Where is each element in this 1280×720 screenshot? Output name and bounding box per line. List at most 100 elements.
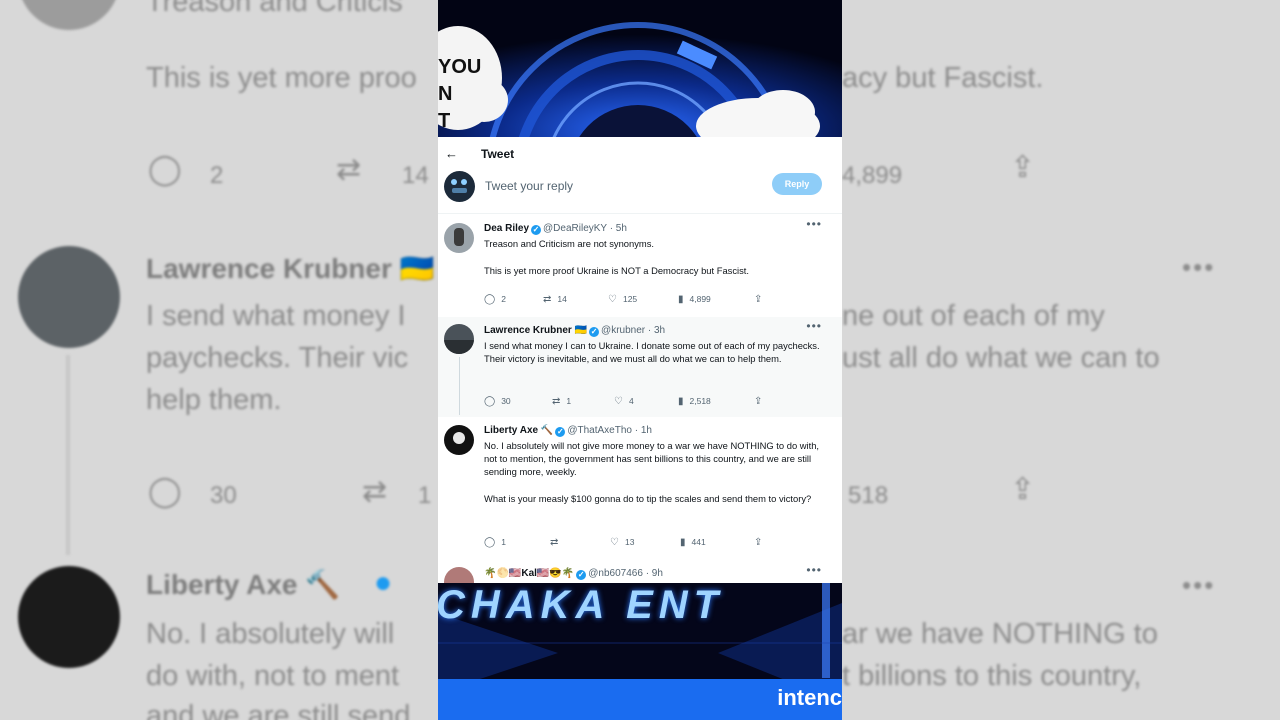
retweet-action[interactable]: ⇄ <box>550 537 564 548</box>
tweet-actions: ◯ 30 ⇄ 1 ♡ 4 ▮ 2,518 ⇪ <box>484 396 784 408</box>
bg-share-icon: ⇪ <box>1010 473 1036 506</box>
divider <box>438 213 842 214</box>
bg-name: Lawrence Krubner 🇺🇦 <box>146 253 435 284</box>
bg-stat: 30 <box>210 482 237 509</box>
bg-text: and we are still send <box>146 700 411 720</box>
bg-stat: 518 <box>848 482 889 509</box>
avatar <box>444 171 475 202</box>
tweet-actions: ◯ 2 ⇄ 14 ♡ 125 ▮ 4,899 ⇪ <box>484 294 784 306</box>
banner-text: YOU N T <box>438 56 482 132</box>
bg-verified-icon: ● <box>374 566 393 599</box>
like-action[interactable]: ♡ 4 <box>614 396 634 407</box>
tweet-item[interactable]: 🌴🌕🇺🇸Kal🇺🇸😎🌴 ✓ @nb607466 · 9h ••• <box>438 563 842 583</box>
tweet-text: What is your measly $100 gonna do to tip… <box>484 493 812 504</box>
reply-action[interactable]: ◯ 30 <box>484 396 511 407</box>
more-options-icon[interactable]: ••• <box>806 563 822 577</box>
author-name[interactable]: Lawrence Krubner 🇺🇦 <box>484 325 587 336</box>
share-icon: ⇪ <box>754 537 763 548</box>
view-count: 4,899 <box>689 294 711 304</box>
tweet-actions: ◯ 1 ⇄ ♡ 13 ▮ 441 ⇪ <box>484 537 784 549</box>
bg-text: No. I absolutely will <box>146 618 395 650</box>
reply-icon: ◯ <box>484 294 496 305</box>
bg-retweet-icon: ⇄ <box>336 153 362 186</box>
reply-button[interactable]: Reply <box>772 173 822 195</box>
bg-reply-icon: ◯ <box>148 475 182 508</box>
views-action[interactable]: ▮ 441 <box>680 537 706 548</box>
like-count: 125 <box>622 294 638 304</box>
bg-text: ne out of each of my <box>842 300 1105 332</box>
bg-text: do with, not to ment <box>146 660 400 692</box>
heart-icon: ♡ <box>610 537 619 548</box>
share-action[interactable]: ⇪ <box>754 396 768 407</box>
bg-more-icon: ••• <box>1182 252 1216 282</box>
retweet-count: 1 <box>566 396 572 406</box>
author-handle[interactable]: @nb607466 · 9h <box>588 568 663 579</box>
bg-reply-icon: ◯ <box>148 153 182 186</box>
reply-action[interactable]: ◯ 1 <box>484 537 506 548</box>
author-handle[interactable]: @ThatAxeTho · 1h <box>567 425 652 436</box>
reply-composer: Tweet your reply Reply <box>438 171 842 215</box>
cta-bar[interactable]: intenc <box>438 679 842 720</box>
share-action[interactable]: ⇪ <box>754 294 768 305</box>
view-count: 441 <box>691 537 706 547</box>
retweet-icon: ⇄ <box>550 537 559 548</box>
tweet-text: I send what money I can to Ukraine. I do… <box>484 340 820 364</box>
tweet-item[interactable]: Lawrence Krubner 🇺🇦 ✓ @krubner · 3h ••• I … <box>438 317 842 417</box>
bg-name: Liberty Axe 🔨 <box>146 569 341 600</box>
author-name[interactable]: Dea Riley <box>484 223 529 234</box>
arrow-left-icon[interactable]: ← <box>445 146 458 161</box>
more-options-icon[interactable]: ••• <box>806 217 822 231</box>
retweet-count: 14 <box>557 294 567 304</box>
avatar <box>444 223 474 253</box>
retweet-action[interactable]: ⇄ 14 <box>543 294 567 305</box>
like-action[interactable]: ♡ 13 <box>610 537 634 548</box>
bg-text: Treason and Criticis <box>146 0 403 18</box>
tweet-author: Dea Riley ✓ @DeaRileyKY · 5h <box>484 223 627 235</box>
share-action[interactable]: ⇪ <box>754 537 768 548</box>
author-name[interactable]: Liberty Axe 🔨 <box>484 425 553 436</box>
bg-avatar-1 <box>18 0 120 30</box>
bg-text: This is yet more proo <box>146 62 417 94</box>
tweet-item[interactable]: Liberty Axe 🔨 ✓ @ThatAxeTho · 1h No. I abs… <box>438 423 842 563</box>
video-panel: YOU N T ← Tweet Tweet your reply Reply D… <box>438 0 842 720</box>
tweet-item[interactable]: Dea Riley ✓ @DeaRileyKY · 5h ••• Treason a… <box>438 217 842 323</box>
like-count: 13 <box>624 537 635 547</box>
tweet-author: 🌴🌕🇺🇸Kal🇺🇸😎🌴 ✓ @nb607466 · 9h <box>484 568 663 580</box>
bg-more-icon: ••• <box>1182 570 1216 600</box>
tweet-author: Liberty Axe 🔨 ✓ @ThatAxeTho · 1h <box>484 425 652 437</box>
tunnel-graphic <box>438 0 842 137</box>
tweet-header: ← Tweet <box>438 137 842 171</box>
reply-count: 2 <box>501 294 506 304</box>
views-action[interactable]: ▮ 2,518 <box>678 396 711 407</box>
verified-icon: ✓ <box>576 570 587 580</box>
share-icon: ⇪ <box>754 396 763 407</box>
bg-text: ust all do what we can to <box>842 342 1160 374</box>
bg-avatar-3 <box>18 566 120 668</box>
reply-count: 1 <box>501 537 506 547</box>
reply-input[interactable]: Tweet your reply <box>485 179 573 193</box>
like-action[interactable]: ♡ 125 <box>608 294 637 305</box>
reply-action[interactable]: ◯ 2 <box>484 294 506 305</box>
view-count: 2,518 <box>689 396 711 406</box>
more-options-icon[interactable]: ••• <box>806 319 822 333</box>
retweet-action[interactable]: ⇄ 1 <box>552 396 571 407</box>
heart-icon: ♡ <box>614 396 623 407</box>
tweet-text: Treason and Criticism are not synonyms. <box>484 238 655 249</box>
chart-icon: ▮ <box>680 537 686 548</box>
author-handle[interactable]: @DeaRileyKY · 5h <box>543 223 627 234</box>
bg-stat: 1 <box>418 482 432 509</box>
avatar <box>444 425 474 455</box>
author-handle[interactable]: @krubner · 3h <box>601 325 665 336</box>
bg-stat: 2 <box>210 162 224 189</box>
chart-icon: ▮ <box>678 294 684 305</box>
verified-icon: ✓ <box>531 225 542 235</box>
avatar <box>444 567 474 583</box>
verified-icon: ✓ <box>555 427 566 437</box>
views-action[interactable]: ▮ 4,899 <box>678 294 711 305</box>
tweet-thread: ← Tweet Tweet your reply Reply Dea Riley… <box>438 137 842 583</box>
heart-icon: ♡ <box>608 294 617 305</box>
bg-text: help them. <box>146 384 282 416</box>
bg-text: acy but Fascist. <box>842 62 1044 94</box>
bg-stat: 4,899 <box>842 162 903 189</box>
author-name[interactable]: 🌴🌕🇺🇸Kal🇺🇸😎🌴 <box>484 568 574 579</box>
